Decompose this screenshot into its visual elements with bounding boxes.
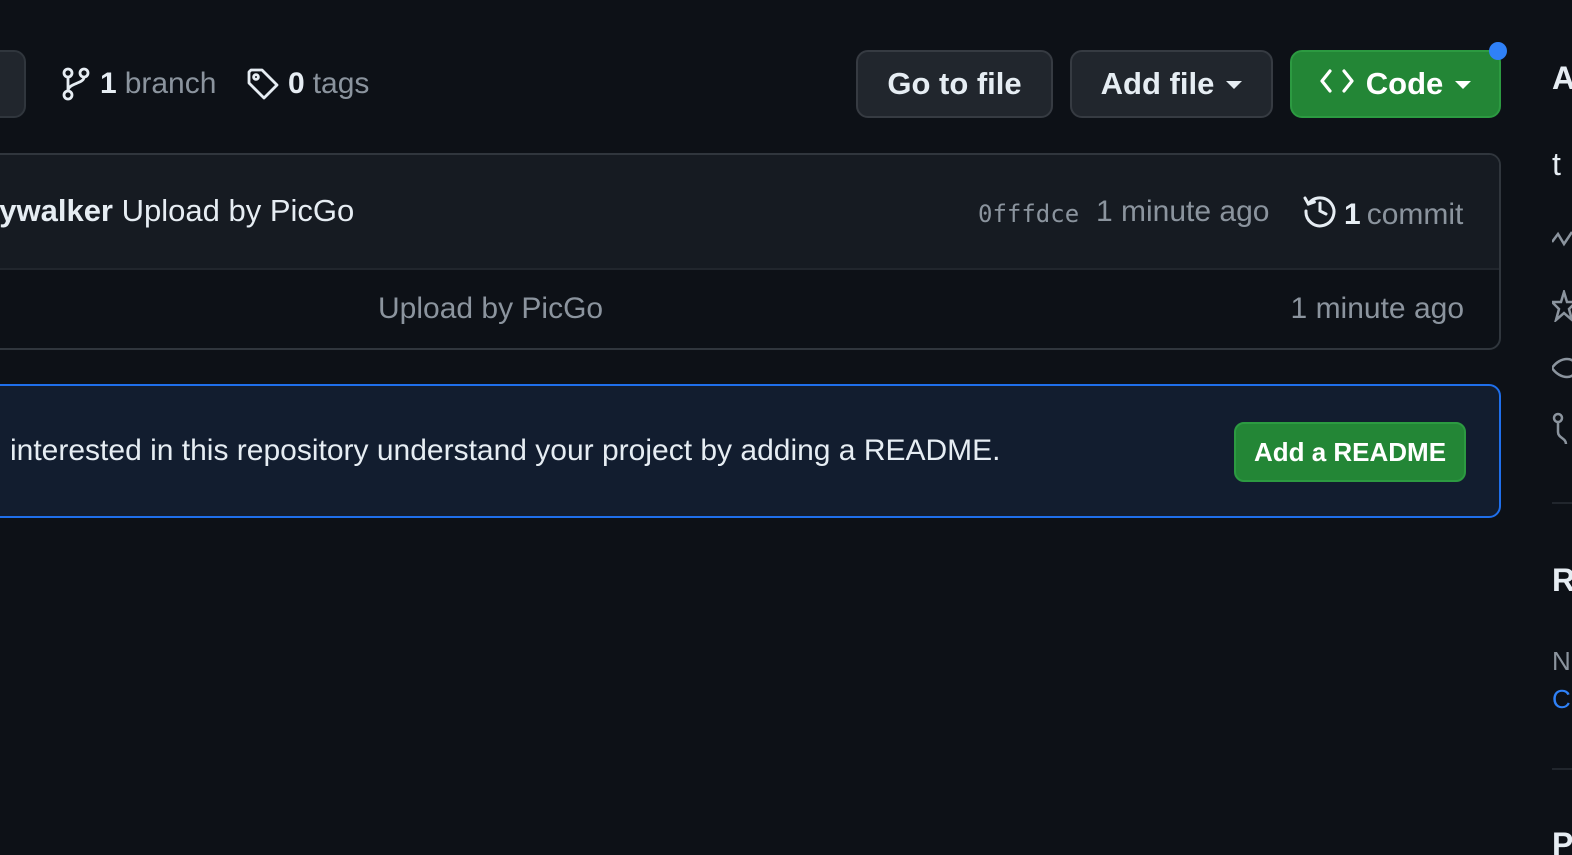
repository-description: t — [1552, 146, 1561, 182]
commit-author-link[interactable]: kywalker — [0, 193, 113, 228]
commit-count-label: commit — [1366, 198, 1464, 231]
file-list: kywalker Upload by PicGo 0fffdce 1 minut… — [0, 153, 1501, 350]
branch-count: 1 — [100, 67, 117, 100]
readme-banner-text: interested in this repository understand… — [10, 434, 1001, 467]
chevron-down-icon — [1226, 81, 1243, 89]
code-button[interactable]: Code — [1290, 50, 1501, 118]
file-commit-time: 1 minute ago — [1290, 292, 1464, 325]
code-label: Code — [1365, 66, 1444, 101]
go-to-file-button[interactable]: Go to file — [856, 50, 1053, 118]
history-icon — [1302, 193, 1338, 237]
branch-icon — [60, 66, 92, 102]
table-row[interactable]: Upload by PicGo 1 minute ago — [0, 270, 1499, 348]
commit-history-link[interactable]: 1 commit — [1302, 193, 1463, 237]
releases-empty-text: N — [1552, 646, 1571, 676]
code-icon — [1320, 66, 1354, 102]
commit-message-link[interactable]: Upload by PicGo — [122, 193, 355, 228]
packages-heading[interactable]: P — [1552, 826, 1572, 855]
commit-sha-link[interactable]: 0fffdce — [978, 200, 1079, 228]
commit-summary: kywalker Upload by PicGo — [0, 193, 354, 229]
tag-count: 0 — [288, 67, 305, 100]
latest-commit-row: kywalker Upload by PicGo 0fffdce 1 minut… — [0, 155, 1499, 270]
sidebar-divider — [1552, 768, 1572, 770]
branch-selector-button[interactable] — [0, 50, 26, 118]
commit-count: 1 — [1344, 198, 1361, 231]
commit-time: 1 minute ago — [1096, 195, 1270, 228]
sidebar-divider — [1552, 502, 1572, 504]
about-heading: A — [1552, 60, 1572, 96]
create-release-link[interactable]: C — [1552, 684, 1571, 715]
file-commit-message[interactable]: Upload by PicGo — [378, 292, 603, 326]
notification-dot — [1489, 42, 1507, 60]
fork-icon[interactable] — [1552, 412, 1572, 451]
branches-link[interactable]: 1 branch — [60, 62, 216, 106]
branch-label: branch — [124, 67, 217, 100]
add-file-label: Add file — [1100, 66, 1215, 101]
star-icon[interactable] — [1548, 287, 1572, 327]
readme-banner: interested in this repository understand… — [0, 384, 1501, 518]
add-readme-button[interactable]: Add a README — [1234, 422, 1466, 482]
activity-icon[interactable] — [1551, 228, 1572, 253]
add-file-button[interactable]: Add file — [1070, 50, 1273, 118]
tags-link[interactable]: 0 tags — [246, 62, 369, 106]
eye-icon[interactable] — [1550, 352, 1572, 389]
chevron-down-icon — [1455, 81, 1472, 89]
tag-label: tags — [312, 67, 370, 100]
add-readme-label: Add a README — [1253, 436, 1447, 467]
tag-icon — [246, 67, 280, 101]
releases-heading[interactable]: R — [1552, 562, 1572, 599]
repository-sidebar: A t R N C P — [1548, 0, 1572, 855]
repository-page: 1 branch 0 tags Go to file Add file Code — [0, 0, 1572, 855]
go-to-file-label: Go to file — [887, 66, 1022, 101]
